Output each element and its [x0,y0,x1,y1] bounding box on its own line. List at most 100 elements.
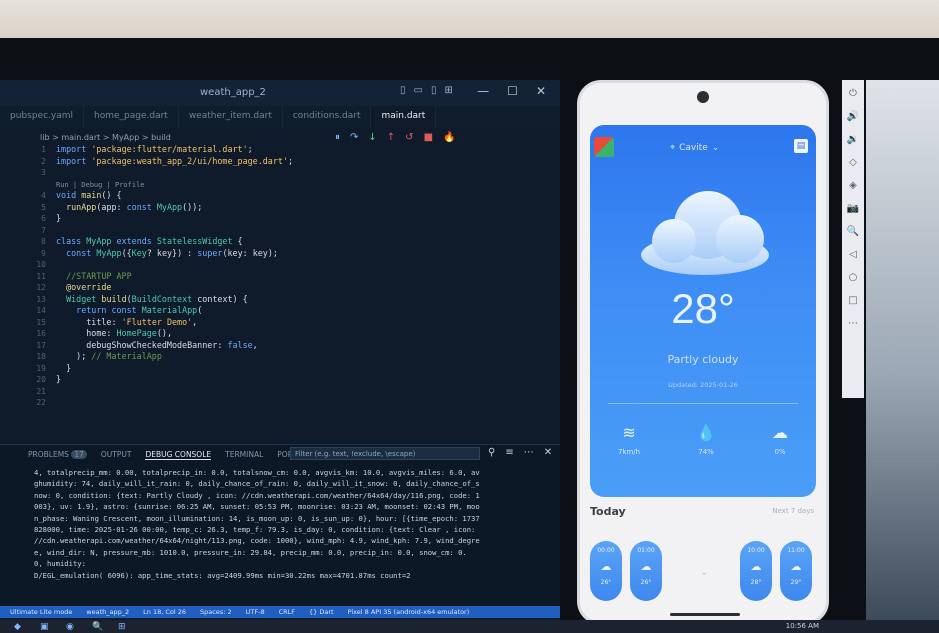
clear-console-icon[interactable]: ≡ [505,447,513,458]
profile-icon[interactable]: ▤ [794,139,808,153]
code-line[interactable]: const MyApp({Key? key}) : super(key: key… [56,248,293,260]
tab-weather-item[interactable]: weather_item.dart [179,106,283,128]
hot-reload-icon[interactable]: 🔥 [443,132,455,143]
status-item[interactable]: UTF-8 [246,608,265,616]
code-line[interactable] [56,386,293,398]
emulator-tool-icon[interactable]: ⋯ [848,318,858,329]
status-item[interactable]: Pixel 8 API 35 (android-x64 emulator) [348,608,470,616]
code-line[interactable] [56,397,293,409]
console-filter-input[interactable]: Filter (e.g. text, !exclude, \escape) [290,447,480,460]
hour-card[interactable]: 10:00 ☁ 28° [740,541,772,601]
emulator-tool-icon[interactable]: 📷 [847,203,859,214]
code-line[interactable]: ); // MaterialApp [56,351,293,363]
code-line[interactable]: @override [56,282,293,294]
emulator-tool-icon[interactable]: ○ [849,272,858,283]
stat-cloud: ☁ 0% [772,423,788,456]
tab-conditions[interactable]: conditions.dart [283,106,372,128]
step-out-icon[interactable]: ↑ [387,132,395,143]
tab-pubspec[interactable]: pubspec.yaml [0,106,84,128]
status-item[interactable]: weath_app_2 [86,608,129,616]
tab-problems[interactable]: PROBLEMS 17 [28,450,87,460]
code-line[interactable]: class MyApp extends StatelessWidget { [56,236,293,248]
panel-actions: ⚲ ≡ ⋯ ✕ [488,447,552,458]
panel-icon[interactable]: ▭ [414,85,423,96]
taskbar-clock[interactable]: 10:56 AM [786,622,819,630]
taskbar-app-icon[interactable]: ⊞ [118,622,130,632]
taskbar-app-icon[interactable]: ▣ [40,622,52,632]
android-emulator[interactable]: ⌖ Cavite ⌄ ▤ 28° Partly cloudy Updated: … [577,80,829,625]
tab-terminal[interactable]: TERMINAL [225,450,263,460]
code-line[interactable]: } [56,374,293,386]
window-controls: — ☐ ✕ [477,84,546,98]
emulator-tool-icon[interactable]: 🔉 [847,134,859,145]
home-indicator[interactable] [670,613,740,616]
emulator-tool-icon[interactable]: ◁ [849,249,857,260]
pause-icon[interactable]: ⏸ [335,132,340,143]
tab-main[interactable]: main.dart [371,106,437,128]
code-line[interactable]: void main() { [56,190,293,202]
taskbar-app-icon[interactable]: ◆ [14,622,26,632]
code-content[interactable]: import 'package:flutter/material.dart'; i… [56,144,293,409]
emulator-tool-icon[interactable]: 🔍 [847,226,859,237]
tab-home-page[interactable]: home_page.dart [84,106,179,128]
code-line[interactable]: debugShowCheckedModeBanner: false, [56,340,293,352]
code-line[interactable]: import 'package:flutter/material.dart'; [56,144,293,156]
code-line[interactable]: //STARTUP APP [56,271,293,283]
breadcrumb[interactable]: lib > main.dart > MyApp > build [40,133,171,142]
step-into-icon[interactable]: ↓ [368,132,376,143]
layout-controls: ▯ ▭ ▯ ⊞ [400,85,453,96]
restart-icon[interactable]: ↺ [405,132,413,143]
code-line[interactable] [56,225,293,237]
hourly-forecast[interactable]: 00:00 ☁ 26° 01:00 ☁ 26° – 10:00 ☁ 28° 11… [590,541,820,606]
code-line[interactable]: Widget build(BuildContext context) { [56,294,293,306]
code-line[interactable]: import 'package:weath_app_2/ui/home_page… [56,156,293,168]
step-over-icon[interactable]: ↷ [350,132,358,143]
layout-icon[interactable]: ⊞ [444,85,452,96]
code-line[interactable] [56,259,293,271]
line-number: 10 [36,260,46,269]
editor-tabs: pubspec.yaml home_page.dart weather_item… [0,106,560,128]
debug-console-output[interactable]: 4, totalprecip_mm: 0.00, totalprecip_in:… [34,467,554,581]
sidebar-right-icon[interactable]: ▯ [431,85,437,96]
sidebar-left-icon[interactable]: ▯ [400,85,406,96]
code-line[interactable]: Run | Debug | Profile [56,179,293,191]
status-item[interactable]: {} Dart [309,608,334,616]
taskbar-app-icon[interactable]: 🔍 [92,622,104,632]
maximize-button[interactable]: ☐ [507,84,518,98]
search-icon[interactable]: ⚲ [488,447,495,458]
stop-icon[interactable]: ■ [424,132,433,143]
code-editor[interactable]: 1 2 3 4 5 6 7 8 9 10 11 12 13 14 15 16 17 18 19 20 21 22 impo… [0,144,560,444]
code-line[interactable]: home: HomePage(), [56,328,293,340]
emulator-tool-icon[interactable]: □ [848,295,857,306]
code-line[interactable]: title: 'Flutter Demo', [56,317,293,329]
location-selector[interactable]: ⌖ Cavite ⌄ [670,143,719,153]
hour-temp: 26° [600,579,612,586]
line-number: 8 [41,237,46,246]
hour-card[interactable]: 01:00 ☁ 26° [630,541,662,601]
emulator-tool-icon[interactable]: ◇ [849,157,857,168]
taskbar-app-icon[interactable]: ◉ [66,622,78,632]
code-line[interactable] [56,167,293,179]
next-days-link[interactable]: Next 7 days [772,507,814,515]
hour-card[interactable]: 00:00 ☁ 26° [590,541,622,601]
console-line: 828000, time: 2025-01-26 00:00, temp_c: … [34,525,476,535]
emulator-tool-icon[interactable]: 🔊 [847,111,859,122]
tab-output[interactable]: OUTPUT [101,450,132,460]
minimize-button[interactable]: — [477,84,489,98]
emulator-tool-icon[interactable]: ◈ [849,180,857,191]
status-item[interactable]: Spaces: 2 [200,608,232,616]
more-icon[interactable]: ⋯ [524,447,534,458]
hour-card[interactable]: 11:00 ☁ 29° [780,541,812,601]
code-line[interactable]: runApp(app: const MyApp()); [56,202,293,214]
emulator-tool-icon[interactable]: ⏻ [849,88,857,99]
close-button[interactable]: ✕ [536,84,546,98]
close-panel-icon[interactable]: ✕ [544,447,552,458]
code-line[interactable]: } [56,363,293,375]
status-item[interactable]: Ultimate Lite mode [10,608,72,616]
hour-temp: 28° [750,579,762,586]
status-item[interactable]: Ln 18, Col 26 [143,608,186,616]
code-line[interactable]: } [56,213,293,225]
code-line[interactable]: return const MaterialApp( [56,305,293,317]
status-item[interactable]: CRLF [279,608,295,616]
tab-debug-console[interactable]: DEBUG CONSOLE [145,450,212,460]
